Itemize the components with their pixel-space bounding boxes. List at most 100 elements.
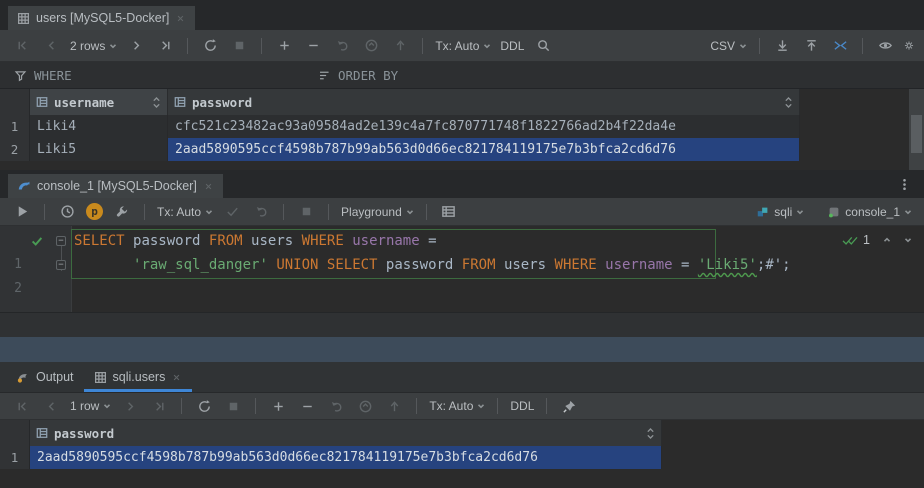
next-page-button[interactable] [126,36,146,56]
where-filter-field[interactable]: WHERE [0,68,318,83]
add-row-button[interactable] [274,36,294,56]
last-page-button[interactable] [149,396,169,416]
settings-button[interactable] [904,36,924,56]
previous-result-button[interactable] [883,236,891,244]
cell-password[interactable]: cfc521c23482ac93a09584ad2e139c4a7fc87077… [168,115,800,138]
row-number[interactable]: 2 [0,138,30,161]
output-layout-button[interactable] [439,202,459,222]
first-page-button[interactable] [12,396,32,416]
sort-toggle-icon[interactable] [646,427,655,440]
tab-options-kebab-button[interactable] [894,174,914,194]
revert-button[interactable] [332,36,352,56]
find-button[interactable] [533,36,553,56]
view-options-button[interactable] [875,36,895,56]
table-icon [94,371,107,384]
page-size-selector[interactable]: 2 rows [70,39,117,53]
table-editor-tabbar: users [MySQL5-Docker] [0,0,924,30]
code-text: 'raw_sql_danger' UNION SELECT password F… [74,253,791,277]
tab-users-table[interactable]: users [MySQL5-Docker] [8,6,195,30]
cell-username[interactable]: Liki4 [30,115,168,138]
page-size-selector[interactable]: 1 row [70,399,111,413]
ddl-button[interactable]: DDL [500,39,524,53]
tab-console-label: console_1 [MySQL5-Docker] [37,179,197,193]
column-header-password[interactable]: password [168,89,800,115]
code-line[interactable]: 2 − 'raw_sql_danger' UNION SELECT passwo… [0,253,924,277]
grid-corner [0,420,30,446]
grid-corner [0,89,30,115]
previous-page-button[interactable] [41,36,61,56]
order-by-field[interactable]: ORDER BY [318,68,398,83]
redo-button[interactable] [361,36,381,56]
reload-data-button[interactable] [194,396,214,416]
ddl-button[interactable]: DDL [510,399,534,413]
table-row: 2Liki52aad5890595ccf4598b787b99ab563d0d6… [0,138,924,161]
chevron-down-icon [796,208,804,216]
delete-row-button[interactable] [303,36,323,56]
grid-empty-area [800,138,924,161]
users-grid-header: usernamepassword [0,89,924,115]
commit-button[interactable] [222,202,242,222]
playground-mode-selector[interactable]: Playground [341,205,414,219]
redo-button[interactable] [355,396,375,416]
first-page-button[interactable] [12,36,32,56]
stop-button[interactable] [223,396,243,416]
row-number[interactable]: 1 [0,446,30,469]
cell-username[interactable]: Liki5 [30,138,168,161]
row-number[interactable]: 1 [0,115,30,138]
next-result-button[interactable] [904,236,912,244]
sort-toggle-icon[interactable] [152,96,161,109]
revert-button[interactable] [326,396,346,416]
export-data-button[interactable] [772,36,792,56]
editor-bottom-strip [0,312,924,337]
add-row-button[interactable] [268,396,288,416]
reload-data-button[interactable] [200,36,220,56]
vertical-scrollbar[interactable] [909,89,924,170]
chevron-down-icon [103,402,111,410]
last-page-button[interactable] [155,36,175,56]
import-data-button[interactable] [801,36,821,56]
chevron-down-icon [904,208,912,216]
next-page-button[interactable] [120,396,140,416]
column-header-username[interactable]: username [30,89,168,115]
execute-button[interactable] [12,202,32,222]
tx-mode-selector[interactable]: Tx: Auto [435,39,491,53]
session-selector[interactable]: console_1 [827,205,912,219]
previous-page-button[interactable] [41,396,61,416]
settings-wrench-button[interactable] [112,202,132,222]
line-number: 2 [0,277,22,301]
console-session-icon [827,205,841,219]
submit-button[interactable] [384,396,404,416]
query-history-button[interactable] [57,202,77,222]
editor-lines: 1 − SELECT password FROM users WHERE use… [0,226,924,277]
table-icon [17,12,30,25]
tab-console[interactable]: console_1 [MySQL5-Docker] [8,174,223,198]
tab-result-grid[interactable]: sqli.users [84,362,193,392]
close-icon[interactable] [175,13,186,24]
chevron-down-icon [406,208,414,216]
code-line[interactable]: 1 − SELECT password FROM users WHERE use… [0,229,924,253]
pin-tab-button[interactable] [559,396,579,416]
stop-button[interactable] [296,202,316,222]
column-header-password[interactable]: password [30,420,662,446]
stop-button[interactable] [229,36,249,56]
cell-password[interactable]: 2aad5890595ccf4598b787b99ab563d0d66ec821… [30,446,662,469]
statement-success-icon[interactable] [30,234,44,248]
parameters-button[interactable]: p [86,203,103,220]
sql-editor[interactable]: 1 − SELECT password FROM users WHERE use… [0,226,924,312]
compare-button[interactable] [830,36,850,56]
close-icon[interactable] [171,372,182,383]
tx-mode-selector[interactable]: Tx: Auto [429,399,485,413]
fold-marker-icon[interactable]: − [56,260,66,270]
export-format-selector[interactable]: CSV [710,39,747,53]
close-icon[interactable] [203,181,214,192]
sort-toggle-icon[interactable] [784,96,793,109]
panel-splitter[interactable] [0,337,924,362]
tab-output[interactable]: Output [6,362,84,392]
schema-selector[interactable]: sqli [756,205,804,219]
fold-marker-icon[interactable]: − [56,236,66,246]
tx-mode-selector[interactable]: Tx: Auto [157,205,213,219]
cell-password[interactable]: 2aad5890595ccf4598b787b99ab563d0d66ec821… [168,138,800,161]
rollback-button[interactable] [251,202,271,222]
submit-button[interactable] [390,36,410,56]
delete-row-button[interactable] [297,396,317,416]
